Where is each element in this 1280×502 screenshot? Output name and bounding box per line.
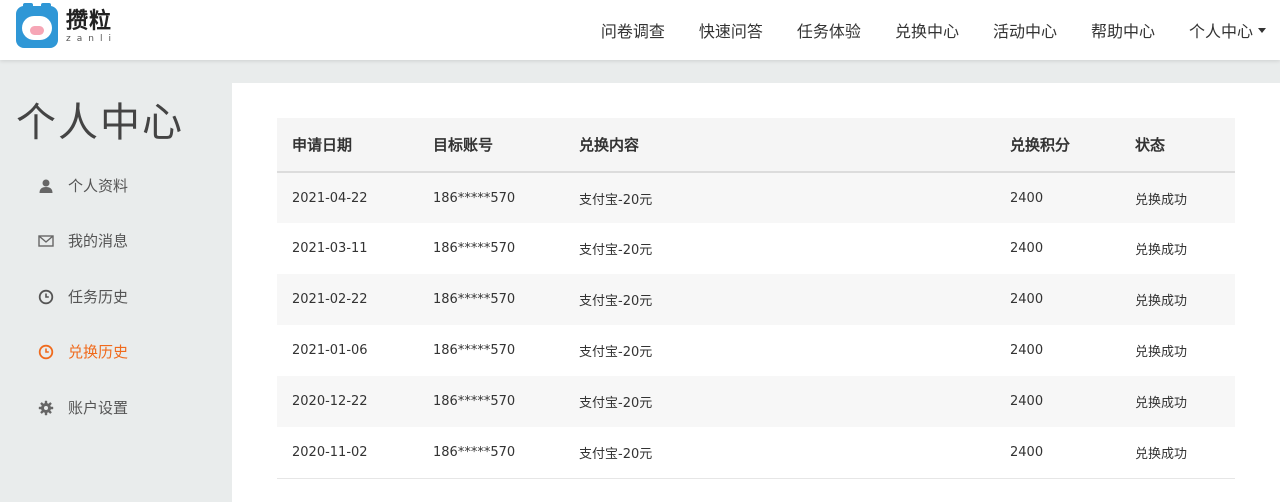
sidebar-item-label: 任务历史 bbox=[68, 288, 129, 306]
sidebar-title: 个人中心 bbox=[16, 100, 184, 146]
brand-name-en: zanli bbox=[66, 33, 117, 44]
cell-content: 支付宝-20元 bbox=[564, 172, 995, 223]
caret-down-icon bbox=[1258, 27, 1266, 33]
cell-date: 2021-01-06 bbox=[277, 325, 418, 376]
cell-status: 兑换成功 bbox=[1120, 325, 1235, 376]
user-icon bbox=[38, 178, 54, 194]
cell-date: 2020-12-22 bbox=[277, 376, 418, 427]
nav-item-task-experience[interactable]: 任务体验 bbox=[797, 18, 861, 42]
column-header-date: 申请日期 bbox=[277, 118, 418, 173]
sidebar-item-task-history[interactable]: 任务历史 bbox=[38, 286, 128, 307]
exchange-history-table: 申请日期 目标账号 兑换内容 兑换积分 状态 2021-04-22 186***… bbox=[277, 118, 1235, 479]
column-header-points: 兑换积分 bbox=[995, 118, 1120, 173]
cell-date: 2020-11-02 bbox=[277, 427, 418, 479]
cell-account: 186*****570 bbox=[418, 223, 564, 274]
cell-status: 兑换成功 bbox=[1120, 172, 1235, 223]
cell-status: 兑换成功 bbox=[1120, 223, 1235, 274]
cell-points: 2400 bbox=[995, 274, 1120, 325]
sidebar: 个人中心 个人资料 我的消息 任务历史 兑换历史 账户设置 bbox=[0, 60, 232, 502]
column-header-content: 兑换内容 bbox=[564, 118, 995, 173]
table-row: 2021-01-06 186*****570 支付宝-20元 2400 兑换成功 bbox=[277, 325, 1235, 376]
cell-date: 2021-03-11 bbox=[277, 223, 418, 274]
cell-content: 支付宝-20元 bbox=[564, 325, 995, 376]
gear-icon bbox=[38, 400, 54, 416]
sidebar-item-label: 我的消息 bbox=[68, 232, 129, 250]
cell-status: 兑换成功 bbox=[1120, 376, 1235, 427]
pig-logo-icon bbox=[16, 3, 58, 48]
sidebar-item-label: 账户设置 bbox=[68, 399, 129, 417]
nav-item-quick-qa[interactable]: 快速问答 bbox=[699, 18, 763, 42]
table-row: 2020-11-02 186*****570 支付宝-20元 2400 兑换成功 bbox=[277, 427, 1235, 479]
sidebar-item-label: 兑换历史 bbox=[68, 343, 129, 361]
cell-account: 186*****570 bbox=[418, 325, 564, 376]
sidebar-item-exchange-history[interactable]: 兑换历史 bbox=[38, 341, 128, 362]
clock-icon bbox=[38, 344, 54, 360]
main-content: 申请日期 目标账号 兑换内容 兑换积分 状态 2021-04-22 186***… bbox=[232, 83, 1280, 502]
envelope-icon bbox=[38, 233, 54, 249]
user-menu-dropdown[interactable]: 个人中心 bbox=[1189, 18, 1266, 42]
cell-content: 支付宝-20元 bbox=[564, 376, 995, 427]
table-row: 2020-12-22 186*****570 支付宝-20元 2400 兑换成功 bbox=[277, 376, 1235, 427]
cell-date: 2021-02-22 bbox=[277, 274, 418, 325]
cell-points: 2400 bbox=[995, 376, 1120, 427]
column-header-account: 目标账号 bbox=[418, 118, 564, 173]
column-header-status: 状态 bbox=[1120, 118, 1235, 173]
cell-content: 支付宝-20元 bbox=[564, 274, 995, 325]
sidebar-item-label: 个人资料 bbox=[68, 177, 129, 195]
cell-points: 2400 bbox=[995, 325, 1120, 376]
sidebar-item-account-settings[interactable]: 账户设置 bbox=[38, 397, 128, 418]
cell-account: 186*****570 bbox=[418, 427, 564, 479]
table-row: 2021-02-22 186*****570 支付宝-20元 2400 兑换成功 bbox=[277, 274, 1235, 325]
brand-name: 攒粒 bbox=[66, 8, 113, 34]
top-navbar: 攒粒 zanli 问卷调查 快速问答 任务体验 兑换中心 活动中心 帮助中心 个… bbox=[0, 0, 1280, 60]
cell-account: 186*****570 bbox=[418, 376, 564, 427]
nav-item-activity-center[interactable]: 活动中心 bbox=[993, 18, 1057, 42]
cell-account: 186*****570 bbox=[418, 274, 564, 325]
table-row: 2021-04-22 186*****570 支付宝-20元 2400 兑换成功 bbox=[277, 172, 1235, 223]
cell-content: 支付宝-20元 bbox=[564, 427, 995, 479]
cell-status: 兑换成功 bbox=[1120, 274, 1235, 325]
main-nav: 问卷调查 快速问答 任务体验 兑换中心 活动中心 帮助中心 个人中心 bbox=[601, 0, 1280, 60]
nav-item-survey[interactable]: 问卷调查 bbox=[601, 18, 665, 42]
sidebar-item-messages[interactable]: 我的消息 bbox=[38, 230, 128, 251]
nav-item-help-center[interactable]: 帮助中心 bbox=[1091, 18, 1155, 42]
cell-points: 2400 bbox=[995, 427, 1120, 479]
cell-status: 兑换成功 bbox=[1120, 427, 1235, 479]
brand-logo[interactable]: 攒粒 zanli bbox=[16, 3, 117, 48]
clock-icon bbox=[38, 289, 54, 305]
cell-date: 2021-04-22 bbox=[277, 172, 418, 223]
nav-item-exchange-center[interactable]: 兑换中心 bbox=[895, 18, 959, 42]
table-header-row: 申请日期 目标账号 兑换内容 兑换积分 状态 bbox=[277, 118, 1235, 173]
cell-account: 186*****570 bbox=[418, 172, 564, 223]
table-row: 2021-03-11 186*****570 支付宝-20元 2400 兑换成功 bbox=[277, 223, 1235, 274]
user-menu-label: 个人中心 bbox=[1188, 22, 1253, 41]
sidebar-item-profile[interactable]: 个人资料 bbox=[38, 175, 128, 196]
cell-points: 2400 bbox=[995, 172, 1120, 223]
cell-points: 2400 bbox=[995, 223, 1120, 274]
cell-content: 支付宝-20元 bbox=[564, 223, 995, 274]
